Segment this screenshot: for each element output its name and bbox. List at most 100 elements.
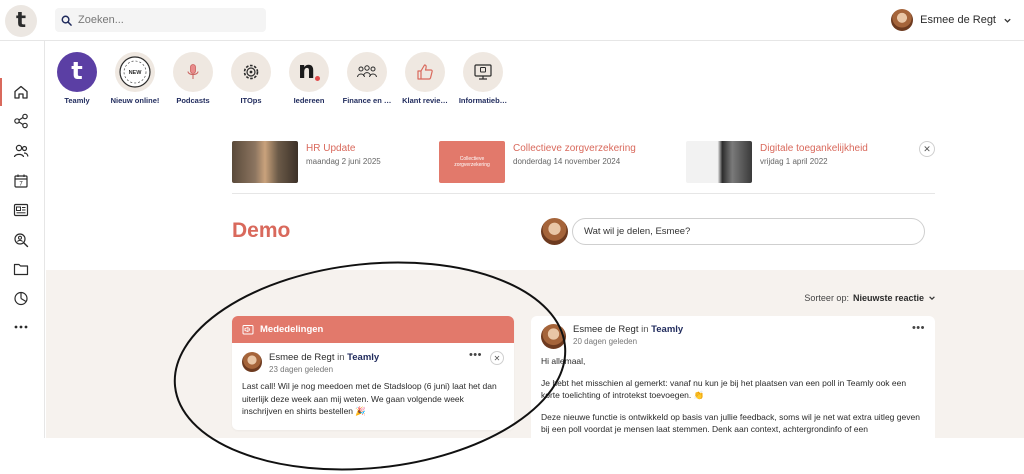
- post-channel[interactable]: Teamly: [651, 324, 683, 335]
- article-title: HR Update: [306, 143, 356, 154]
- avatar: [242, 352, 262, 372]
- n-logo-icon: n: [289, 52, 329, 92]
- search-icon: [61, 15, 72, 26]
- sort-label: Sorteer op:: [804, 293, 849, 303]
- search-input[interactable]: [78, 14, 258, 26]
- post-author[interactable]: Esmee de Regt: [269, 352, 334, 363]
- channel-nieuw-online[interactable]: NEW Nieuw online!: [106, 52, 164, 105]
- close-icon: ✕: [923, 143, 931, 154]
- announcements-header: Mededelingen: [232, 316, 514, 343]
- channel-informatie[interactable]: Informatieb…: [454, 52, 512, 105]
- post-channel[interactable]: Teamly: [347, 352, 379, 363]
- search-box[interactable]: [55, 8, 266, 32]
- post-body: Hi allemaal, Je hebt het misschien al ge…: [541, 355, 925, 436]
- close-featured-button[interactable]: ✕: [919, 141, 935, 157]
- channel-label: Teamly: [64, 96, 90, 105]
- article-thumbnail: [232, 141, 298, 183]
- article-date: maandag 2 juni 2025: [306, 157, 381, 166]
- post-paragraph: Hi allemaal,: [541, 356, 586, 366]
- channel-label: Klant revie…: [402, 96, 448, 105]
- chevron-down-icon[interactable]: [1003, 16, 1012, 25]
- article-title: Digitale toegankelijkheid: [760, 143, 868, 154]
- home-icon: [14, 85, 28, 99]
- article-thumbnail: Collectieve zorgverzekering: [439, 141, 505, 183]
- avatar: [891, 9, 914, 31]
- people-icon: [13, 144, 29, 158]
- sidebar-item-people[interactable]: [11, 141, 31, 161]
- sidebar-item-search-people[interactable]: [11, 230, 31, 250]
- channel-teamly[interactable]: t Teamly: [48, 52, 106, 105]
- compose-input[interactable]: Wat wil je delen, Esmee?: [572, 218, 925, 245]
- featured-article-zorgverzekering[interactable]: Collectieve zorgverzekering Collectieve …: [439, 141, 636, 183]
- post-author-line: Esmee de Regt in Teamly: [269, 352, 379, 363]
- dismiss-announcement-button[interactable]: ✕: [490, 351, 504, 365]
- post-author[interactable]: Esmee de Regt: [573, 324, 638, 335]
- thumbs-up-icon: [405, 52, 445, 92]
- new-badge-icon: NEW: [115, 52, 155, 92]
- channel-bar: t Teamly NEW Nieuw online! Podcasts ITOp…: [48, 52, 512, 105]
- microphone-icon: [173, 52, 213, 92]
- sidebar: 7: [0, 41, 45, 474]
- news-icon: [13, 203, 29, 217]
- article-date: donderdag 14 november 2024: [513, 157, 621, 166]
- calendar-icon: 7: [14, 174, 28, 188]
- compose-bar: Wat wil je delen, Esmee?: [541, 218, 925, 245]
- sidebar-item-analytics[interactable]: [11, 288, 31, 308]
- post-text: Last call! Wil je nog meedoen met de Sta…: [242, 381, 497, 416]
- sidebar-item-more[interactable]: [11, 317, 31, 337]
- page-bottom: [0, 438, 1024, 474]
- post-timestamp: 23 dagen geleden: [269, 365, 334, 374]
- user-name: Esmee de Regt: [920, 14, 996, 26]
- channel-finance[interactable]: Finance en …: [338, 52, 396, 105]
- teamly-logo-icon: t: [57, 52, 97, 92]
- channel-klant-reviews[interactable]: Klant revie…: [396, 52, 454, 105]
- channel-podcasts[interactable]: Podcasts: [164, 52, 222, 105]
- channel-label: Nieuw online!: [110, 96, 160, 105]
- avatar: [541, 324, 566, 349]
- channel-label: Informatieb…: [458, 96, 508, 105]
- channel-label: Podcasts: [176, 96, 210, 105]
- sort-value: Nieuwste reactie: [852, 293, 924, 303]
- post-in: in: [641, 324, 649, 335]
- search-people-icon: [14, 233, 29, 248]
- divider: [232, 193, 935, 194]
- sort-dropdown[interactable]: Sorteer op: Nieuwste reactie: [804, 293, 936, 303]
- user-menu[interactable]: Esmee de Regt: [891, 9, 1012, 31]
- avatar: [541, 218, 568, 245]
- sidebar-item-news[interactable]: [11, 200, 31, 220]
- monitor-icon: [463, 52, 503, 92]
- logo-letter: t: [15, 8, 27, 32]
- close-icon: ✕: [493, 353, 501, 363]
- sidebar-item-network[interactable]: [11, 111, 31, 131]
- channel-label: Iedereen: [293, 96, 325, 105]
- chevron-down-icon: [929, 296, 935, 301]
- announcements-title: Mededelingen: [260, 324, 324, 335]
- folder-icon: [13, 263, 29, 276]
- megaphone-icon: [242, 324, 254, 334]
- group-icon: [347, 52, 387, 92]
- svg-text:NEW: NEW: [129, 70, 143, 76]
- announcements-card: Mededelingen Esmee de Regt in Teamly 23 …: [232, 316, 514, 430]
- channel-itops[interactable]: ITOps: [222, 52, 280, 105]
- gear-icon: [231, 52, 271, 92]
- sidebar-item-home[interactable]: [0, 78, 31, 106]
- featured-article-hr-update[interactable]: HR Update maandag 2 juni 2025: [232, 141, 381, 183]
- post-paragraph: Deze nieuwe functie is ontwikkeld op bas…: [541, 411, 920, 435]
- channel-label: ITOps: [240, 96, 262, 105]
- article-thumbnail: [686, 141, 752, 183]
- featured-article-toegankelijkheid[interactable]: Digitale toegankelijkheid vrijdag 1 apri…: [686, 141, 868, 183]
- sidebar-item-calendar[interactable]: 7: [11, 171, 31, 191]
- article-title: Collectieve zorgverzekering: [513, 143, 636, 154]
- post-timestamp: 20 dagen geleden: [573, 337, 638, 346]
- app-logo[interactable]: t: [5, 5, 37, 37]
- more-icon: [14, 325, 28, 329]
- more-options-icon[interactable]: •••: [912, 322, 925, 334]
- more-options-icon[interactable]: •••: [469, 349, 482, 361]
- sidebar-item-files[interactable]: [11, 259, 31, 279]
- thumbnail-text: Collectieve zorgverzekering: [454, 156, 490, 168]
- channel-label: Finance en …: [342, 96, 392, 105]
- channel-iedereen[interactable]: n Iedereen: [280, 52, 338, 105]
- chart-icon: [14, 291, 28, 306]
- page-title: Demo: [232, 219, 291, 242]
- article-date: vrijdag 1 april 2022: [760, 157, 828, 166]
